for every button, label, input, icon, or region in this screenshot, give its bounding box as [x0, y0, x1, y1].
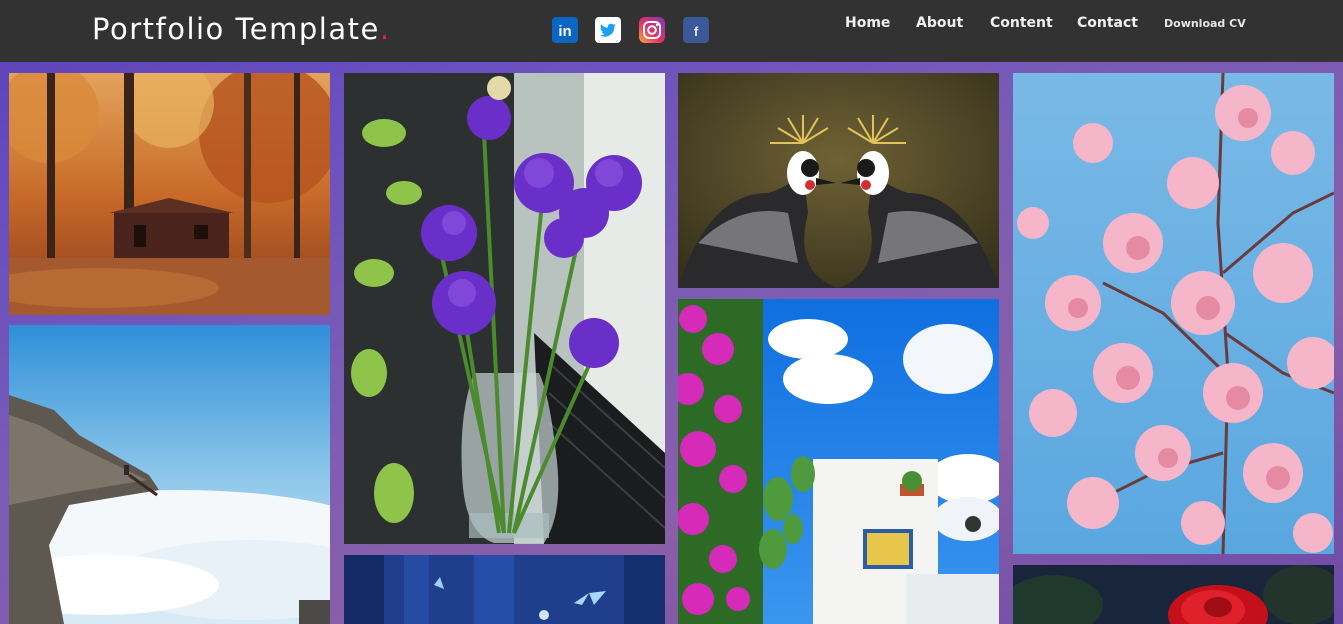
nav-link-contact[interactable]: Contact — [1077, 15, 1138, 31]
svg-text:f: f — [694, 24, 699, 39]
gallery-image-blue-butterflies[interactable] — [344, 555, 665, 624]
gallery-image-cherry-blossoms[interactable] — [1013, 73, 1334, 554]
nav-link-content[interactable]: Content — [990, 15, 1053, 31]
instagram-icon[interactable] — [639, 17, 665, 43]
gallery-image-purple-flowers-vase[interactable] — [344, 73, 665, 544]
gallery-image-autumn-cabin[interactable] — [9, 73, 330, 315]
brand-text: Portfolio Template — [92, 12, 380, 46]
twitter-icon[interactable] — [595, 17, 621, 43]
nav-link-home[interactable]: Home — [845, 15, 890, 31]
nav-link-download-cv[interactable]: Download CV — [1164, 17, 1246, 30]
linkedin-icon[interactable]: in — [552, 17, 578, 43]
gallery-image-cliff-above-clouds[interactable] — [9, 325, 330, 624]
nav-link-about[interactable]: About — [916, 15, 963, 31]
gallery-image-red-rose[interactable] — [1013, 565, 1334, 624]
facebook-icon[interactable]: f — [683, 17, 709, 43]
navbar: Portfolio Template. in f Home About Cont… — [0, 0, 1343, 62]
gallery-image-crowned-cranes[interactable] — [678, 73, 999, 288]
gallery-image-bougainvillea-house[interactable] — [678, 299, 999, 624]
brand-dot: . — [379, 12, 391, 46]
svg-text:in: in — [558, 23, 571, 40]
brand-title[interactable]: Portfolio Template. — [92, 12, 391, 46]
